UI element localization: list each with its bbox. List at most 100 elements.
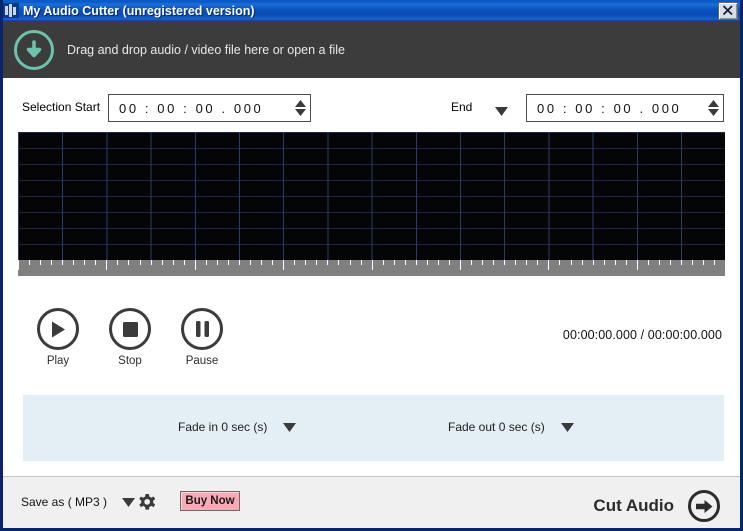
pause-button[interactable]: Pause xyxy=(181,308,223,367)
selection-start-spinner[interactable] xyxy=(290,95,310,121)
ruler-tick xyxy=(372,260,373,270)
ruler-tick xyxy=(692,260,693,265)
ruler-tick xyxy=(460,260,461,270)
play-button[interactable]: Play xyxy=(37,308,79,367)
ruler-tick xyxy=(615,260,616,265)
ruler-tick xyxy=(173,260,174,265)
ruler-tick xyxy=(648,260,649,265)
waveform-timeline-ruler[interactable] xyxy=(18,260,725,276)
play-button-label: Play xyxy=(46,355,70,367)
save-as-dropdown[interactable]: Save as ( MP3 ) xyxy=(21,495,136,509)
pause-button-label: Pause xyxy=(185,355,219,367)
ruler-tick xyxy=(537,260,538,265)
fade-in-dropdown[interactable]: Fade in 0 sec (s) xyxy=(178,420,297,434)
stop-button-label: Stop xyxy=(118,355,142,367)
fade-in-label: Fade in 0 sec (s) xyxy=(178,420,268,434)
ruler-tick xyxy=(62,260,63,265)
down-arrow-icon xyxy=(707,109,719,116)
ruler-tick xyxy=(659,260,660,265)
ruler-tick xyxy=(305,260,306,265)
end-dropdown-button[interactable] xyxy=(495,103,508,121)
ruler-tick xyxy=(106,260,107,270)
ruler-tick xyxy=(593,260,594,265)
transport-controls: Play Stop Pause 00:00:00.000 / 00:00:00.… xyxy=(3,308,740,372)
ruler-tick xyxy=(272,260,273,265)
ruler-tick xyxy=(526,260,527,265)
ruler-tick xyxy=(117,260,118,265)
ruler-tick xyxy=(40,260,41,265)
end-label: End xyxy=(451,100,473,114)
ruler-tick xyxy=(261,260,262,265)
save-as-label: Save as ( MP3 ) xyxy=(21,495,108,509)
ruler-tick xyxy=(394,260,395,265)
ruler-tick xyxy=(438,260,439,265)
cut-audio-label: Cut Audio xyxy=(593,496,674,515)
drag-drop-label: Drag and drop audio / video file here or… xyxy=(67,42,345,57)
up-arrow-icon xyxy=(707,100,719,107)
cut-audio-button[interactable]: Cut Audio xyxy=(593,490,720,522)
ruler-tick xyxy=(493,260,494,265)
waveform-grid xyxy=(18,132,725,260)
selection-start-label: Selection Start xyxy=(22,100,101,114)
ruler-tick xyxy=(571,260,572,265)
footer-bar: Save as ( MP3 ) Cut Audio xyxy=(3,476,740,528)
ruler-tick xyxy=(604,260,605,265)
ruler-tick xyxy=(140,260,141,265)
ruler-tick xyxy=(206,260,207,265)
ruler-tick xyxy=(637,260,638,270)
stop-button[interactable]: Stop xyxy=(109,308,151,367)
ruler-tick xyxy=(195,260,196,270)
down-arrow-icon xyxy=(26,39,42,57)
ruler-tick xyxy=(515,260,516,265)
arrow-right-circle-icon xyxy=(688,490,720,522)
ruler-tick xyxy=(283,260,284,270)
stop-icon xyxy=(122,321,138,337)
title-bar[interactable]: My Audio Cutter (unregistered version) xyxy=(3,0,740,21)
gear-icon xyxy=(139,494,156,510)
ruler-tick xyxy=(84,260,85,265)
selection-start-value: 00 : 00 : 00 . 000 xyxy=(119,100,264,116)
chevron-down-icon xyxy=(560,422,574,432)
chevron-down-icon xyxy=(495,107,508,116)
ruler-tick xyxy=(316,260,317,265)
ruler-tick xyxy=(361,260,362,265)
close-button[interactable] xyxy=(718,1,738,20)
ruler-tick xyxy=(239,260,240,265)
ruler-tick xyxy=(151,260,152,265)
ruler-tick xyxy=(327,260,328,265)
buy-now-button[interactable]: Buy Now xyxy=(180,491,240,511)
selection-end-value: 00 : 00 : 00 . 000 xyxy=(537,100,682,116)
ruler-tick xyxy=(29,260,30,265)
pause-button-ring xyxy=(181,308,223,350)
ruler-tick xyxy=(559,260,560,265)
pause-icon xyxy=(195,321,209,337)
fade-out-dropdown[interactable]: Fade out 0 sec (s) xyxy=(448,420,574,434)
selection-end-spinner[interactable] xyxy=(703,95,723,121)
selection-start-input[interactable]: 00 : 00 : 00 . 000 xyxy=(108,94,311,122)
close-icon xyxy=(722,4,733,15)
selection-end-input[interactable]: 00 : 00 : 00 . 000 xyxy=(526,94,724,122)
fade-settings-panel: Fade in 0 sec (s) Fade out 0 sec (s) xyxy=(23,395,724,461)
ruler-tick xyxy=(73,260,74,265)
waveform-display[interactable] xyxy=(18,132,725,276)
app-window: My Audio Cutter (unregistered version) D… xyxy=(0,0,743,531)
ruler-tick xyxy=(18,260,19,270)
ruler-tick xyxy=(350,260,351,265)
ruler-tick xyxy=(95,260,96,265)
selection-row: Selection Start 00 : 00 : 00 . 000 End 0… xyxy=(3,90,740,126)
ruler-tick xyxy=(162,260,163,265)
ruler-tick xyxy=(482,260,483,265)
ruler-tick xyxy=(250,260,251,265)
drag-drop-area[interactable]: Drag and drop audio / video file here or… xyxy=(3,21,740,78)
settings-button[interactable] xyxy=(136,492,158,519)
window-title: My Audio Cutter (unregistered version) xyxy=(23,3,255,18)
ruler-tick xyxy=(228,260,229,265)
fade-out-label: Fade out 0 sec (s) xyxy=(448,420,545,434)
download-arrow-circle-icon[interactable] xyxy=(14,29,54,70)
ruler-tick xyxy=(51,260,52,265)
ruler-tick xyxy=(217,260,218,265)
stop-button-ring xyxy=(109,308,151,350)
play-icon xyxy=(52,321,65,337)
ruler-tick xyxy=(471,260,472,265)
ruler-tick xyxy=(670,260,671,265)
